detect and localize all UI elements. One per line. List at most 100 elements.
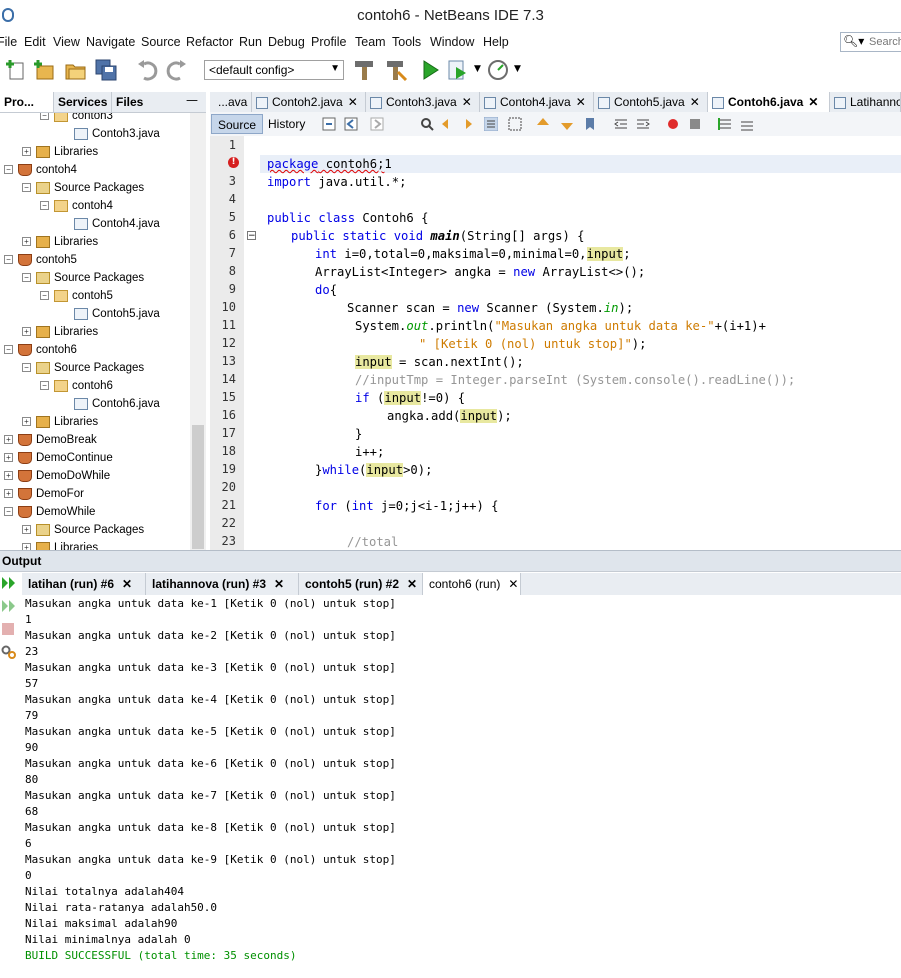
close-icon[interactable]: ✕: [274, 577, 284, 591]
close-icon[interactable]: ✕: [122, 577, 132, 591]
scrollbar-thumb[interactable]: [192, 425, 204, 549]
start-macro-icon[interactable]: [666, 117, 680, 131]
menu-navigate[interactable]: Navigate: [86, 35, 135, 49]
tree-item[interactable]: − Source Packages: [22, 269, 144, 287]
code-editor[interactable]: package contoh6;1 import java.util.*; pu…: [260, 136, 901, 550]
open-project-icon[interactable]: [64, 58, 88, 82]
find-previous-icon[interactable]: [440, 117, 454, 131]
tree-toggle-icon[interactable]: +: [4, 489, 13, 499]
tab-projects[interactable]: Pro...: [0, 92, 54, 112]
tree-item[interactable]: − contoh5: [40, 287, 113, 305]
menu-edit[interactable]: Edit: [24, 35, 46, 49]
uncomment-icon[interactable]: [740, 117, 754, 131]
tree-item[interactable]: − contoh5: [4, 251, 77, 269]
prev-bookmark-icon[interactable]: [536, 117, 550, 131]
tree-item[interactable]: − Source Packages: [22, 179, 144, 197]
tree-toggle-icon[interactable]: −: [4, 507, 13, 517]
undo-icon[interactable]: [136, 58, 160, 82]
output-tab[interactable]: contoh5 (run) #2 ✕: [299, 573, 423, 595]
menu-source[interactable]: Source: [141, 35, 181, 49]
close-icon[interactable]: ✕: [576, 95, 586, 109]
tree-toggle-icon[interactable]: −: [40, 291, 49, 301]
menu-help[interactable]: Help: [483, 35, 509, 49]
project-tree-scrollbar[interactable]: [190, 113, 206, 550]
toggle-bookmark-icon[interactable]: [584, 117, 598, 131]
tree-item[interactable]: + Libraries: [22, 143, 98, 161]
tree-toggle-icon[interactable]: −: [22, 183, 31, 193]
minimize-panel-button[interactable]: —: [186, 93, 198, 107]
search-input[interactable]: 🔍︎▾ Search: [840, 32, 901, 52]
new-file-icon[interactable]: [4, 58, 28, 82]
tree-item[interactable]: + Libraries: [22, 233, 98, 251]
tree-toggle-icon[interactable]: −: [40, 201, 49, 211]
tree-toggle-icon[interactable]: +: [22, 237, 31, 247]
editor-tab[interactable]: Latihannov: [830, 92, 901, 112]
toggle-highlight-icon[interactable]: [484, 117, 498, 131]
editor-tab[interactable]: Contoh6.java ✕: [708, 92, 830, 112]
tree-item[interactable]: − contoh3: [40, 113, 113, 125]
error-marker-icon[interactable]: !: [228, 157, 239, 168]
menu-team[interactable]: Team: [355, 35, 386, 49]
save-all-icon[interactable]: [94, 58, 118, 82]
tree-toggle-icon[interactable]: −: [22, 363, 31, 373]
tree-item[interactable]: + DemoFor: [4, 485, 84, 503]
tree-item[interactable]: + Libraries: [22, 413, 98, 431]
tree-toggle-icon[interactable]: −: [40, 381, 49, 391]
close-icon[interactable]: ✕: [808, 95, 818, 109]
history-view-tab[interactable]: History: [262, 114, 311, 134]
tree-item[interactable]: − contoh4: [4, 161, 77, 179]
close-icon[interactable]: ✕: [348, 95, 358, 109]
find-next-icon[interactable]: [460, 117, 474, 131]
tree-item[interactable]: Contoh4.java: [60, 215, 160, 233]
tree-toggle-icon[interactable]: +: [22, 147, 31, 157]
tree-item[interactable]: + DemoDoWhile: [4, 467, 110, 485]
tree-item[interactable]: Contoh3.java: [60, 125, 160, 143]
stop-macro-icon[interactable]: [688, 117, 702, 131]
output-tab[interactable]: latihannova (run) #3 ✕: [146, 573, 299, 595]
settings-icon[interactable]: [1, 645, 17, 659]
clean-build-icon[interactable]: [384, 58, 408, 82]
tree-item[interactable]: − contoh6: [40, 377, 113, 395]
tree-item[interactable]: − Source Packages: [22, 359, 144, 377]
rerun-with-params-icon[interactable]: [1, 599, 17, 613]
close-icon[interactable]: ✕: [508, 577, 518, 591]
tree-item[interactable]: + Libraries: [22, 539, 98, 550]
close-icon[interactable]: ✕: [462, 95, 472, 109]
close-icon[interactable]: ✕: [407, 577, 417, 591]
menu-profile[interactable]: Profile: [311, 35, 346, 49]
shift-left-icon[interactable]: [614, 117, 628, 131]
tree-item[interactable]: + DemoContinue: [4, 449, 113, 467]
new-project-icon[interactable]: [32, 58, 56, 82]
config-select[interactable]: <default config> ▼: [204, 60, 344, 80]
menu-view[interactable]: View: [53, 35, 80, 49]
rect-select-icon[interactable]: [508, 117, 522, 131]
tree-item[interactable]: − contoh4: [40, 197, 113, 215]
output-console[interactable]: Masukan angka untuk data ke-1 [Ketik 0 (…: [22, 595, 901, 978]
tree-item[interactable]: Contoh5.java: [60, 305, 160, 323]
output-tab[interactable]: latihan (run) #6 ✕: [22, 573, 146, 595]
tree-item[interactable]: + Libraries: [22, 323, 98, 341]
editor-tab[interactable]: Contoh2.java ✕: [252, 92, 366, 112]
tab-services[interactable]: Services: [54, 92, 112, 112]
back-icon[interactable]: [344, 117, 358, 131]
next-bookmark-icon[interactable]: [560, 117, 574, 131]
redo-icon[interactable]: [164, 58, 188, 82]
tree-toggle-icon[interactable]: +: [22, 417, 31, 427]
tree-toggle-icon[interactable]: −: [4, 345, 13, 355]
profile-dropdown-icon[interactable]: ▼: [514, 64, 521, 74]
tree-item[interactable]: − DemoWhile: [4, 503, 95, 521]
fold-toggle-icon[interactable]: −: [247, 231, 256, 241]
menu-tools[interactable]: Tools: [392, 35, 421, 49]
tree-toggle-icon[interactable]: +: [4, 471, 13, 481]
shift-right-icon[interactable]: [636, 117, 650, 131]
menu-run[interactable]: Run: [239, 35, 262, 49]
last-edit-icon[interactable]: [322, 117, 336, 131]
stop-icon[interactable]: [1, 622, 15, 636]
editor-tab[interactable]: ...ava: [210, 92, 252, 112]
profile-icon[interactable]: [486, 58, 510, 82]
tab-files[interactable]: Files: [112, 92, 152, 112]
tree-toggle-icon[interactable]: +: [22, 525, 31, 535]
source-view-tab[interactable]: Source: [211, 114, 264, 134]
debug-dropdown-icon[interactable]: ▼: [474, 64, 481, 74]
menu-file[interactable]: File: [0, 35, 17, 49]
